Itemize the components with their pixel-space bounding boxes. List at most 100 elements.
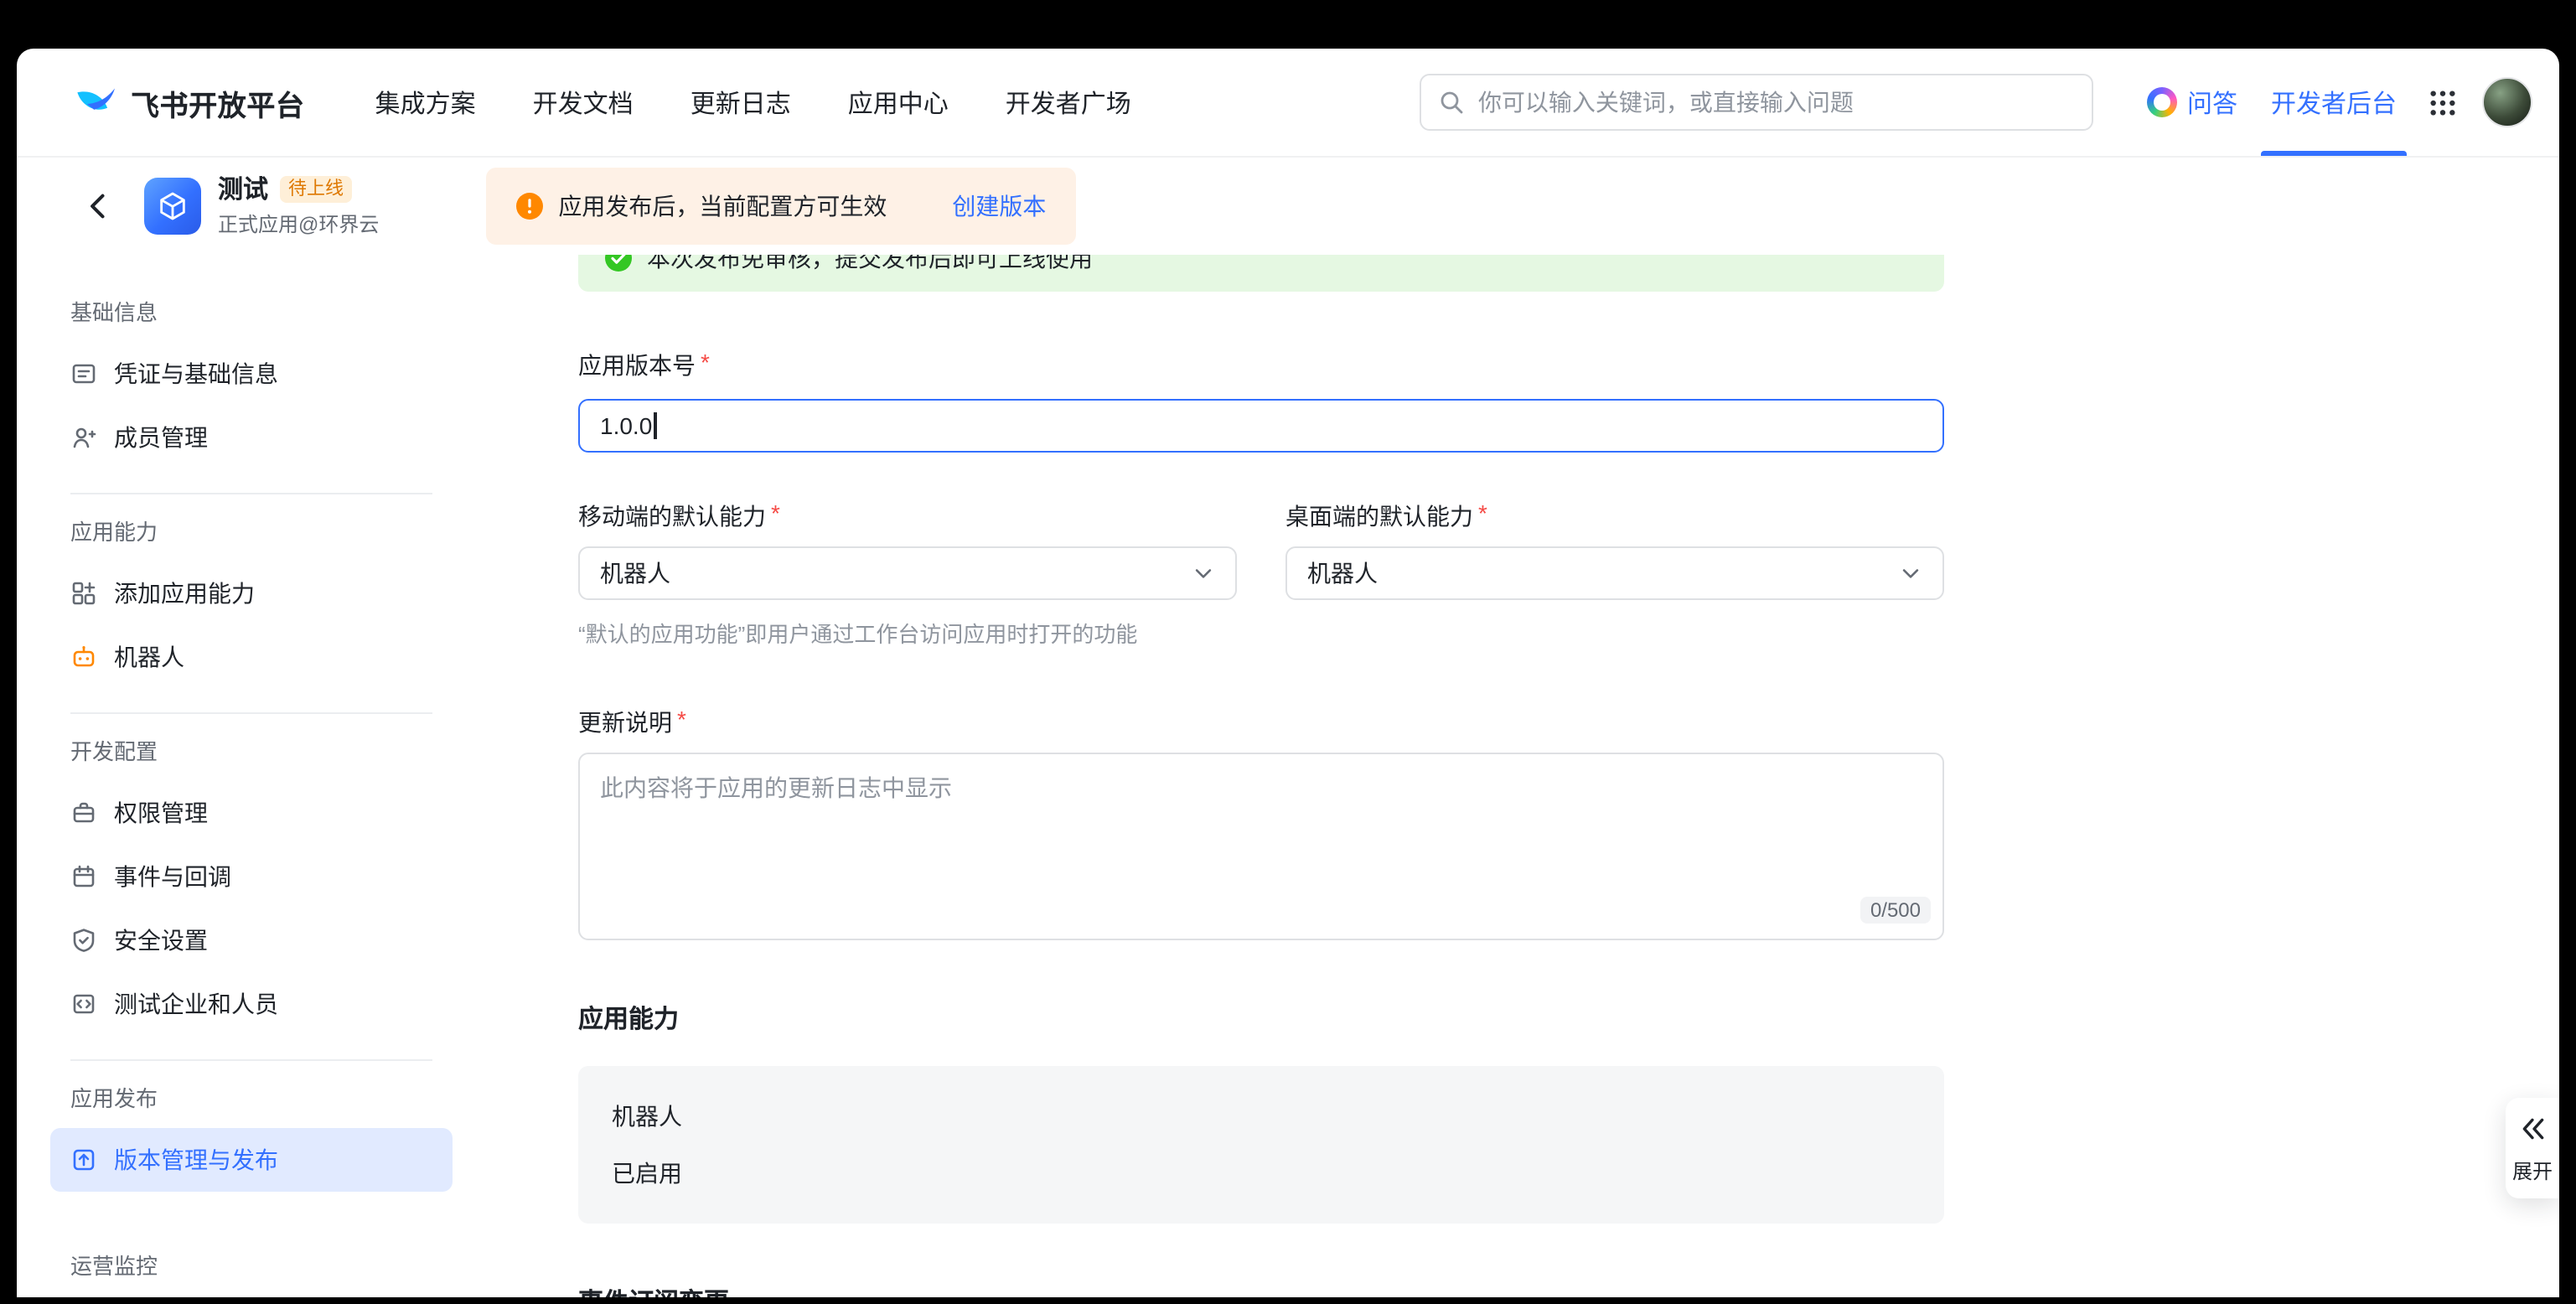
mobile-capability-select[interactable]: 机器人 (578, 546, 1237, 600)
text-caret (654, 412, 656, 439)
feishu-logo[interactable]: 飞书开放平台 (74, 80, 305, 124)
nav-item-docs[interactable]: 开发文档 (533, 85, 634, 120)
nav-item-app-center[interactable]: 应用中心 (848, 85, 949, 120)
sidebar-item-label: 凭证与基础信息 (114, 357, 278, 391)
desktop-capability-field: 桌面端的默认能力* 机器人 (1285, 499, 1944, 600)
capability-status: 已启用 (612, 1157, 1911, 1190)
char-counter: 0/500 (1860, 897, 1931, 924)
back-button[interactable] (84, 191, 114, 221)
required-mark: * (677, 706, 686, 739)
desktop-capability-value: 机器人 (1307, 556, 1378, 590)
nav-item-dev-plaza[interactable]: 开发者广场 (1006, 85, 1131, 120)
success-banner-text: 本次发布免审核，提交发布后即可上线使用 (647, 255, 1093, 275)
code-brackets-icon (70, 991, 97, 1017)
sidebar-item-security[interactable]: 安全设置 (50, 908, 453, 972)
sidebar-item-version-release[interactable]: 版本管理与发布 (50, 1128, 453, 1192)
credential-icon (70, 360, 97, 387)
publish-icon (70, 1146, 97, 1173)
sidebar-item-label: 权限管理 (114, 796, 208, 830)
capability-name: 机器人 (612, 1100, 1911, 1133)
app-icon (144, 178, 201, 235)
update-notes-wrap: 0/500 (578, 753, 1944, 940)
calendar-event-icon (70, 863, 97, 890)
double-chevron-left-icon (2518, 1115, 2547, 1143)
expand-label: 展开 (2512, 1157, 2553, 1185)
qa-ring-icon (2147, 87, 2177, 117)
mobile-capability-value: 机器人 (600, 556, 670, 590)
sidebar-item-credentials[interactable]: 凭证与基础信息 (50, 342, 453, 406)
version-input[interactable]: 1.0.0 (578, 399, 1944, 453)
sidebar-section-title-basic: 基础信息 (50, 298, 453, 329)
nav-item-integration[interactable]: 集成方案 (375, 85, 476, 120)
screen: 飞书开放平台 集成方案 开发文档 更新日志 应用中心 开发者广场 问答 (0, 0, 2576, 1304)
mobile-capability-label: 移动端的默认能力* (578, 499, 1237, 533)
sidebar-divider (70, 1059, 432, 1061)
capability-hint: “默认的应用功能”即用户通过工作台访问应用时打开的功能 (578, 617, 1944, 649)
global-search[interactable] (1420, 74, 2093, 131)
main-content: 本次发布免审核，提交发布后即可上线使用 应用版本号* 1.0.0 移动端的默认能… (578, 255, 1944, 1297)
required-mark: * (701, 349, 710, 382)
shield-icon (70, 927, 97, 954)
app-cube-icon (156, 189, 189, 223)
active-tab-underline (2261, 151, 2407, 156)
desktop-capability-select[interactable]: 机器人 (1285, 546, 1944, 600)
capability-card: 机器人 已启用 (578, 1066, 1944, 1224)
sidebar-item-members[interactable]: 机器人 成员管理 (50, 406, 453, 469)
update-notes-textarea[interactable] (578, 753, 1944, 940)
top-header: 飞书开放平台 集成方案 开发文档 更新日志 应用中心 开发者广场 问答 (17, 49, 2559, 158)
required-mark: * (771, 499, 780, 533)
version-input-value: 1.0.0 (600, 412, 652, 439)
event-subscription-heading: 事件订阅变更 (578, 1284, 1944, 1297)
sidebar-item-label: 版本管理与发布 (114, 1143, 278, 1177)
sidebar-divider (70, 493, 432, 494)
search-icon (1438, 89, 1465, 116)
tab-developer-console[interactable]: 开发者后台 (2254, 49, 2413, 156)
nav-item-changelog[interactable]: 更新日志 (691, 85, 791, 120)
members-icon (70, 424, 97, 451)
app-capability-heading: 应用能力 (578, 1001, 1944, 1036)
sidebar-item-events-callbacks[interactable]: 事件与回调 (50, 845, 453, 908)
user-avatar[interactable] (2482, 77, 2532, 127)
status-badge: 待上线 (280, 176, 352, 203)
briefcase-icon (70, 799, 97, 826)
app-subtitle: 正式应用@环界云 (218, 209, 379, 237)
right-panel-expander[interactable]: 展开 (2506, 1098, 2559, 1198)
publish-notice-banner: 应用发布后，当前配置方可生效 创建版本 (486, 168, 1076, 245)
sidebar-item-label: 测试企业和人员 (114, 987, 278, 1021)
sidebar-divider (70, 712, 432, 714)
app-name: 测试 (218, 175, 268, 204)
feishu-logo-icon (74, 80, 117, 124)
content-row: 基础信息 凭证与基础信息 机器人 成员管理 应用能力 (17, 255, 2559, 1297)
apps-grid-button[interactable] (2413, 88, 2472, 116)
version-label: 应用版本号* (578, 349, 1944, 382)
app-info-bar: 测试 待上线 正式应用@环界云 应用发布后，当前配置方可生效 创建版本 (17, 158, 2559, 255)
qa-label: 问答 (2187, 85, 2237, 120)
mobile-capability-field: 移动端的默认能力* 机器人 (578, 499, 1237, 600)
desktop-capability-label: 桌面端的默认能力* (1285, 499, 1944, 533)
sidebar-item-label: 添加应用能力 (114, 577, 255, 610)
sidebar-section-title-release: 应用发布 (50, 1084, 453, 1115)
create-version-link[interactable]: 创建版本 (952, 189, 1046, 223)
console-label: 开发者后台 (2271, 85, 2397, 120)
grid-apps-icon (2429, 88, 2457, 116)
header-right-cluster: 问答 开发者后台 (2130, 49, 2539, 156)
qa-link[interactable]: 问答 (2130, 85, 2254, 120)
chevron-down-icon (1192, 561, 1215, 585)
sidebar-item-permissions[interactable]: 权限管理 (50, 781, 453, 845)
capability-selects-row: 移动端的默认能力* 机器人 桌面端的默认能力* (578, 499, 1944, 600)
sidebar-section-title-dev-config: 开发配置 (50, 737, 453, 768)
sidebar-item-robot[interactable]: 机器人 (50, 625, 453, 689)
sidebar-item-test-company-users[interactable]: 测试企业和人员 (50, 972, 453, 1036)
sidebar: 基础信息 凭证与基础信息 机器人 成员管理 应用能力 (50, 255, 453, 1297)
browser-window: 飞书开放平台 集成方案 开发文档 更新日志 应用中心 开发者广场 问答 (17, 49, 2559, 1297)
sidebar-item-add-capability[interactable]: 添加应用能力 (50, 561, 453, 625)
robot-icon (70, 644, 97, 670)
back-chevron-icon (84, 191, 114, 221)
logo-title: 飞书开放平台 (131, 81, 305, 123)
chevron-down-icon (1899, 561, 1922, 585)
sidebar-section-title-capability: 应用能力 (50, 518, 453, 548)
warning-icon (516, 193, 543, 220)
search-input[interactable] (1478, 89, 2075, 116)
sidebar-item-label: 成员管理 (114, 421, 208, 454)
success-banner: 本次发布免审核，提交发布后即可上线使用 (578, 255, 1944, 292)
